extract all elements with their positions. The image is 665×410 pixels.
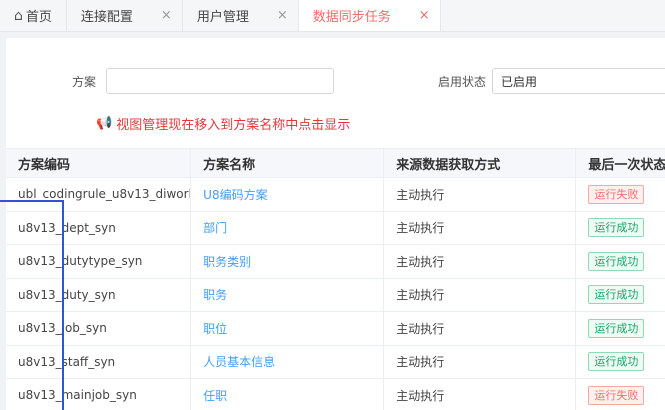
- cell-code: u8v13_job_syn: [6, 312, 192, 345]
- tab-label: 数据同步任务: [312, 10, 391, 25]
- cell-name: 部门: [191, 211, 385, 244]
- status-select[interactable]: 已启用: [492, 68, 665, 94]
- tab-label: 用户管理: [196, 10, 249, 25]
- cell-source: 主动执行: [384, 312, 577, 345]
- column-header-status[interactable]: 最后一次状态: [576, 149, 665, 177]
- scheme-name-link[interactable]: 人员基本信息: [203, 353, 275, 370]
- cell-code: u8v13_staff_syn: [6, 345, 192, 378]
- cell-code: u8v13_duty_syn: [6, 278, 192, 311]
- cell-status: 运行失败: [576, 379, 665, 410]
- cell-status: 运行成功: [576, 312, 665, 345]
- tab-label: 首页: [25, 10, 52, 25]
- table-row[interactable]: u8v13_dutytype_syn 职务类别 主动执行 运行成功: [6, 245, 665, 279]
- tab-label: 连接配置: [80, 10, 133, 25]
- cell-name: 职务: [191, 278, 385, 311]
- status-label: 启用状态: [438, 74, 487, 89]
- cell-source: 主动执行: [384, 278, 577, 311]
- status-badge: 运行成功: [588, 352, 645, 372]
- table-row[interactable]: u8v13_duty_syn 职务 主动执行 运行成功: [6, 278, 665, 312]
- cell-name: 职务类别: [191, 245, 385, 278]
- table-row[interactable]: u8v13_mainjob_syn 任职 主动执行 运行失败: [6, 379, 665, 410]
- status-badge: 运行失败: [588, 184, 645, 204]
- cell-source: 主动执行: [384, 211, 577, 244]
- cell-status: 运行成功: [576, 346, 665, 379]
- cell-name: 任职: [191, 379, 385, 410]
- status-badge: 运行成功: [588, 251, 645, 271]
- table-body: ubl_codingrule_u8v13_diwork U8编码方案 主动执行 运行失…: [6, 178, 665, 410]
- scheme-input[interactable]: [106, 68, 335, 94]
- tab-user-management[interactable]: 用户管理 ×: [182, 0, 299, 31]
- scheme-name-link[interactable]: 职务: [203, 286, 227, 303]
- tab-bar: ⌂ 首页 连接配置 × 用户管理 × 数据同步任务 ×: [0, 0, 665, 32]
- close-icon[interactable]: ×: [419, 8, 430, 23]
- main-panel: 方案 启用状态 已启用 📢 视图管理现在移入到方案名称中点击显示 方案编码 方案…: [6, 38, 665, 410]
- cell-source: 主动执行: [384, 245, 577, 278]
- tab-data-sync-task[interactable]: 数据同步任务 ×: [298, 0, 441, 31]
- scheme-label: 方案: [72, 74, 97, 89]
- cell-status: 运行成功: [576, 212, 665, 245]
- cell-status: 运行失败: [576, 178, 665, 211]
- cell-code: u8v13_dept_syn: [6, 211, 192, 244]
- scheme-name-link[interactable]: 职位: [203, 320, 227, 337]
- cell-name: 人员基本信息: [191, 345, 385, 378]
- cell-source: 主动执行: [384, 178, 577, 211]
- status-filter: 启用状态 已启用: [438, 68, 665, 94]
- table-row[interactable]: u8v13_job_syn 职位 主动执行 运行成功: [6, 312, 665, 346]
- cell-status: 运行成功: [576, 245, 665, 278]
- cell-name: U8编码方案: [191, 178, 385, 211]
- notice-banner: 📢 视图管理现在移入到方案名称中点击显示: [96, 114, 350, 133]
- status-select-value: 已启用: [501, 74, 538, 89]
- table-row[interactable]: u8v13_dept_syn 部门 主动执行 运行成功: [6, 211, 665, 245]
- close-icon[interactable]: ×: [161, 8, 172, 23]
- cell-source: 主动执行: [384, 345, 577, 378]
- scheme-filter: 方案: [72, 68, 335, 94]
- column-header-code[interactable]: 方案编码: [6, 149, 192, 177]
- scheme-name-link[interactable]: 部门: [203, 219, 227, 236]
- table-row[interactable]: u8v13_staff_syn 人员基本信息 主动执行 运行成功: [6, 345, 665, 379]
- scheme-name-link[interactable]: U8编码方案: [203, 186, 267, 203]
- cell-code: ubl_codingrule_u8v13_diwork: [6, 178, 192, 211]
- status-badge: 运行成功: [588, 285, 645, 305]
- scheme-table: 方案编码 方案名称 来源数据获取方式 最后一次状态 ubl_codingrule…: [6, 148, 665, 410]
- cell-status: 运行成功: [576, 279, 665, 312]
- close-icon[interactable]: ×: [277, 8, 288, 23]
- tab-home[interactable]: ⌂ 首页: [0, 0, 67, 31]
- column-header-source[interactable]: 来源数据获取方式: [384, 149, 577, 177]
- cell-source: 主动执行: [384, 379, 577, 410]
- notice-text: 视图管理现在移入到方案名称中点击显示: [116, 118, 351, 133]
- scheme-name-link[interactable]: 职务类别: [203, 253, 251, 270]
- table-header: 方案编码 方案名称 来源数据获取方式 最后一次状态: [6, 148, 665, 178]
- cell-name: 职位: [191, 312, 385, 345]
- column-header-name[interactable]: 方案名称: [191, 149, 385, 177]
- megaphone-icon: 📢: [96, 116, 113, 131]
- status-badge: 运行成功: [588, 318, 645, 338]
- table-row[interactable]: ubl_codingrule_u8v13_diwork U8编码方案 主动执行 运行失…: [6, 178, 665, 212]
- tab-connection-config[interactable]: 连接配置 ×: [66, 0, 183, 31]
- status-badge: 运行失败: [588, 385, 645, 405]
- cell-code: u8v13_dutytype_syn: [6, 245, 192, 278]
- status-badge: 运行成功: [588, 218, 645, 238]
- cell-code: u8v13_mainjob_syn: [6, 379, 192, 410]
- scheme-name-link[interactable]: 任职: [203, 387, 227, 404]
- home-icon: ⌂: [14, 7, 23, 24]
